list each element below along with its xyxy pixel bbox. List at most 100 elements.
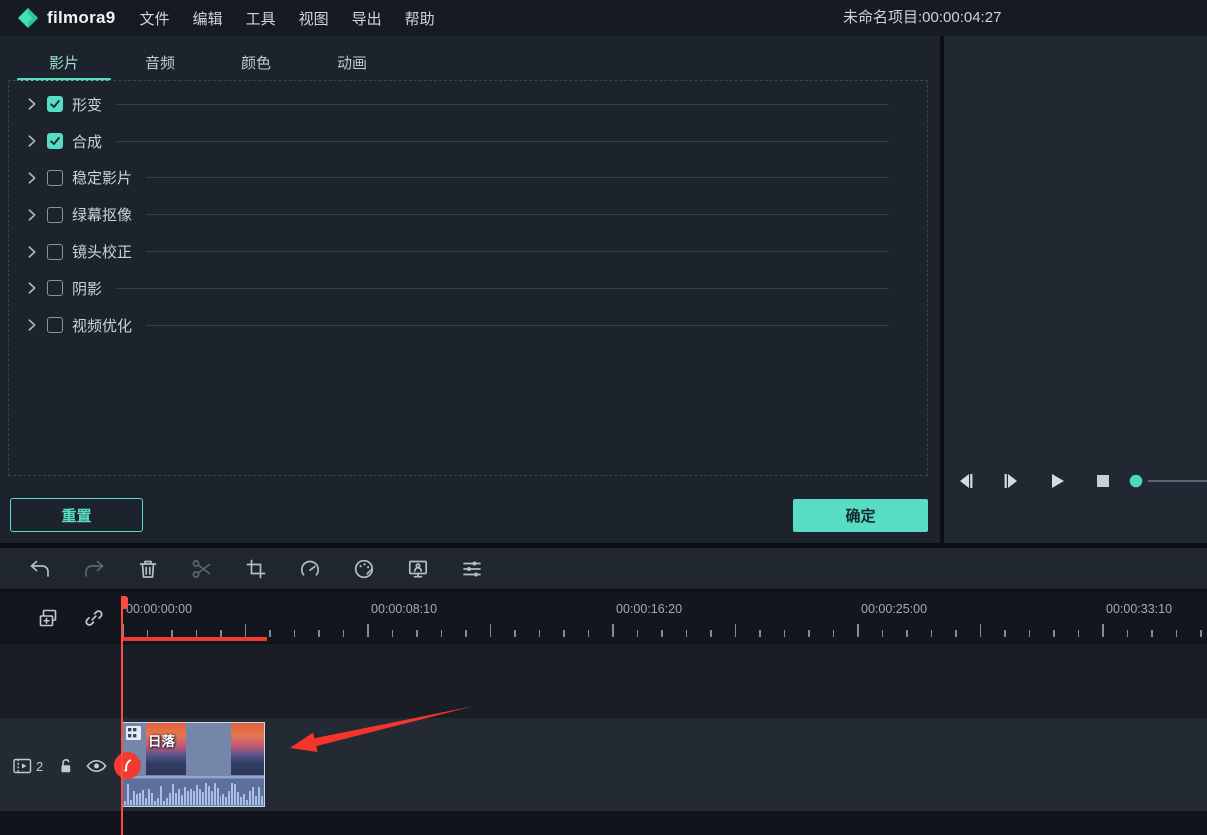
undo-button[interactable] [26,555,54,583]
timeline-clip[interactable]: 日落 [122,722,265,807]
effect-checkbox[interactable] [47,317,63,333]
effect-checkbox[interactable] [47,280,63,296]
transport-controls [944,464,1207,500]
tab-音频[interactable]: 音频 [112,36,208,80]
crop-button[interactable] [242,555,270,583]
previous-frame-button[interactable] [952,467,980,495]
effect-row: 视频优化 [23,307,927,344]
lock-track-button[interactable] [54,754,78,778]
menu-item[interactable]: 编辑 [193,8,223,29]
effect-checkbox[interactable] [47,170,63,186]
menu-item[interactable]: 帮助 [405,8,435,29]
effect-row: 合成 [23,123,927,160]
video-track-icon [11,755,33,777]
effect-row: 阴影 [23,270,927,307]
delete-button[interactable] [134,555,162,583]
effect-checkbox[interactable] [47,244,63,260]
chevron-right-icon[interactable] [23,279,41,297]
unlock-icon [55,755,77,777]
next-frame-button[interactable] [997,467,1025,495]
split-cursor-badge [114,752,141,779]
menu-item[interactable]: 视图 [299,8,329,29]
chevron-right-icon[interactable] [23,316,41,334]
cut-button[interactable] [188,555,216,583]
add-track-button[interactable] [36,606,60,630]
effect-row: 形变 [23,86,927,123]
palette-icon [352,557,376,581]
ruler-timestamp: 00:00:33:10 [1106,602,1172,616]
ruler-timestamp: 00:00:16:20 [616,602,682,616]
effect-checkbox[interactable] [47,96,63,112]
menubar: filmora9 文件编辑工具视图导出帮助 未命名项目:00:00:04:27 [0,0,1207,36]
menu-item[interactable]: 导出 [352,8,382,29]
chevron-right-icon[interactable] [23,243,41,261]
filmora-logo: filmora9 [18,8,116,28]
scissors-icon [190,557,214,581]
stop-button[interactable] [1089,467,1117,495]
chevron-right-icon[interactable] [23,95,41,113]
color-button[interactable] [350,555,378,583]
ruler-timestamp: 00:00:25:00 [861,602,927,616]
menu-item[interactable]: 工具 [246,8,276,29]
tab-颜色[interactable]: 颜色 [208,36,304,80]
chevron-right-icon[interactable] [23,206,41,224]
tab-影片[interactable]: 影片 [16,36,112,80]
redo-button[interactable] [80,555,108,583]
add-track-icon [36,606,60,630]
row-divider [146,177,889,178]
effect-label: 镜头校正 [72,241,132,262]
track-number-badge: 2 [36,759,43,774]
clip-duration-bar [122,637,267,641]
adjust-button[interactable] [458,555,486,583]
ruler-timestamp: 00:00:00:00 [126,602,192,616]
effect-label: 视频优化 [72,315,132,336]
clip-separator [123,776,264,778]
effects-list-container: 形变合成稳定影片绿幕抠像镜头校正阴影视频优化 [8,80,928,476]
effect-label: 阴影 [72,278,102,299]
clip-label-row: 日落 [126,726,175,750]
empty-track-band [0,643,1207,718]
effect-checkbox[interactable] [47,207,63,223]
playhead-handle[interactable] [121,596,128,609]
chevron-right-icon[interactable] [23,132,41,150]
effect-row: 镜头校正 [23,233,927,270]
reset-button[interactable]: 重置 [10,498,143,532]
filmora-app: filmora9 文件编辑工具视图导出帮助 未命名项目:00:00:04:27 … [0,0,1207,835]
link-icon [82,606,106,630]
transport-slider-track[interactable] [1148,480,1207,482]
effect-label: 形变 [72,94,102,115]
effect-checkbox[interactable] [47,133,63,149]
timeline-header [0,593,120,643]
video-track-type-button [10,754,34,778]
playhead[interactable] [121,596,123,835]
timeline: 00:00:00:0000:00:08:1000:00:16:2000:00:2… [0,593,1207,835]
pip-button[interactable] [404,555,432,583]
tab-动画[interactable]: 动画 [304,36,400,80]
logo-text: filmora9 [47,8,116,28]
speed-button[interactable] [296,555,324,583]
chevron-right-icon[interactable] [23,169,41,187]
record-button[interactable] [1122,467,1150,495]
row-divider [116,141,889,142]
menu-items: 文件 编辑 工具 视图 导出 帮助 [140,8,435,29]
tabs-bar: 影片音频颜色动画 [0,36,940,80]
toggle-track-visibility-button[interactable] [84,754,108,778]
timeline-toolbar [0,548,1207,591]
row-divider [146,214,889,215]
play-button[interactable] [1043,467,1071,495]
clip-waveform [123,779,264,805]
effect-label: 稳定影片 [72,167,132,188]
redo-icon [82,557,106,581]
effect-row: 稳定影片 [23,160,927,197]
sliders-icon [460,557,484,581]
red-arrow-annotation [282,698,482,768]
filmora-diamond-icon [18,8,38,28]
row-divider [146,251,889,252]
clip-thumbnail [231,723,264,775]
link-button[interactable] [82,606,106,630]
clip-title: 日落 [148,730,175,750]
timeline-ruler[interactable]: 00:00:00:0000:00:08:1000:00:16:2000:00:2… [120,593,1207,643]
confirm-button[interactable]: 确定 [793,499,928,532]
effects-list: 形变合成稳定影片绿幕抠像镜头校正阴影视频优化 [23,86,927,344]
menu-item[interactable]: 文件 [140,8,170,29]
